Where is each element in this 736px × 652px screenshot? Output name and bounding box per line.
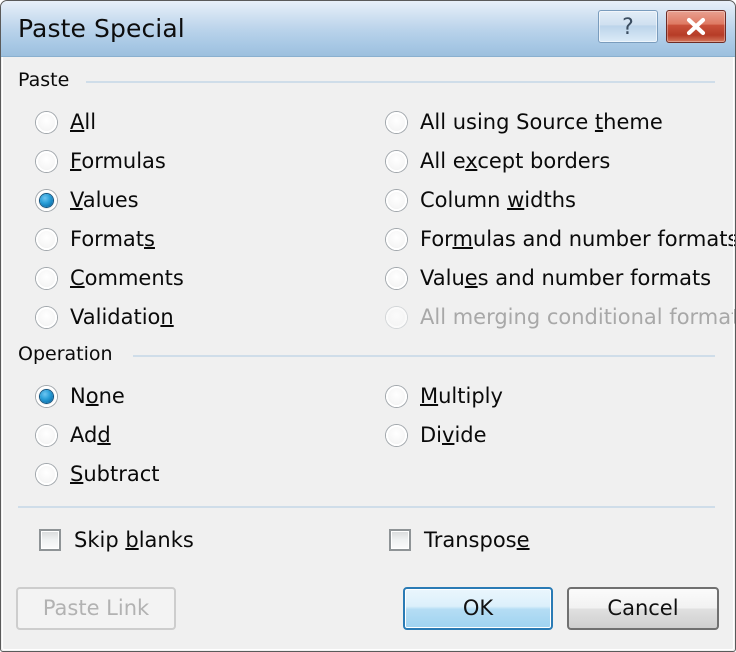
checkbox-indicator [39,529,61,551]
radio-paste-all[interactable]: All [36,107,96,137]
checkbox-transpose[interactable]: Transpose [389,525,530,555]
checkbox-skip-blanks[interactable]: Skip blanks [39,525,194,555]
radio-paste-comments[interactable]: Comments [36,263,184,293]
paste-group-header: Paste [18,68,715,92]
radio-paste-all-merging-conditional-formats: All merging conditional formats [386,302,736,332]
radio-indicator [386,228,407,250]
paste-group-label: Paste [18,69,70,91]
radio-indicator [36,228,57,250]
operation-group-rule [133,355,715,357]
options-separator [18,506,715,508]
radio-paste-column-widths[interactable]: Column widths [386,185,576,215]
dialog-titlebar: Paste Special ? [1,1,735,57]
operation-group-label: Operation [18,343,113,365]
radio-operation-add[interactable]: Add [36,420,111,450]
operation-group-header: Operation [18,342,715,366]
radio-label: Formulas [70,149,166,173]
radio-paste-formats[interactable]: Formats [36,224,155,254]
radio-indicator [386,150,407,172]
radio-paste-values-and-number-formats[interactable]: Values and number formats [386,263,711,293]
radio-label: Comments [70,266,184,290]
radio-paste-all-using-source-theme[interactable]: All using Source theme [386,107,663,137]
checkbox-indicator [389,529,411,551]
paste-link-button[interactable]: Paste Link [16,587,176,630]
radio-operation-none[interactable]: None [36,381,125,411]
radio-indicator [36,267,57,289]
dialog-body: Paste All Formulas Values Formats Commen… [3,58,736,649]
radio-label: Multiply [420,384,503,408]
radio-label: Add [70,423,111,447]
radio-label: Formats [70,227,155,251]
radio-indicator [36,306,57,328]
radio-label: Formulas and number formats [420,227,736,251]
radio-label: Values [70,188,139,212]
radio-label: All except borders [420,149,611,173]
paste-group-rule [86,81,715,83]
radio-label: Validation [70,305,174,329]
radio-indicator [36,111,57,133]
radio-paste-formulas[interactable]: Formulas [36,146,166,176]
svg-text:?: ? [622,15,634,40]
radio-label: Divide [420,423,487,447]
close-icon [686,17,706,36]
radio-indicator [386,189,407,211]
radio-indicator [386,267,407,289]
radio-label: Column widths [420,188,576,212]
radio-label: None [70,384,125,408]
ok-button[interactable]: OK [403,587,553,630]
radio-paste-formulas-and-number-formats[interactable]: Formulas and number formats [386,224,736,254]
radio-indicator [386,385,407,407]
radio-label: All using Source theme [420,110,663,134]
checkbox-label: Skip blanks [74,528,194,552]
radio-indicator [36,150,57,172]
radio-indicator [386,424,407,446]
radio-paste-validation[interactable]: Validation [36,302,174,332]
close-button[interactable] [666,10,726,43]
radio-indicator [36,385,57,407]
radio-indicator [36,424,57,446]
radio-indicator [36,189,57,211]
paste-special-dialog: Paste Special ? Paste All Formulas Value… [0,0,736,652]
cancel-button[interactable]: Cancel [567,587,719,630]
radio-paste-values[interactable]: Values [36,185,139,215]
radio-indicator [36,463,57,485]
radio-label: All [70,110,97,134]
radio-operation-divide[interactable]: Divide [386,420,487,450]
radio-label: Subtract [70,462,160,486]
checkbox-label: Transpose [424,528,530,552]
radio-operation-multiply[interactable]: Multiply [386,381,503,411]
dialog-title: Paste Special [18,14,185,43]
radio-indicator [386,111,407,133]
question-mark-icon: ? [622,15,634,40]
help-button[interactable]: ? [598,10,658,43]
radio-label: All merging conditional formats [420,305,736,329]
radio-indicator [386,306,407,328]
radio-paste-all-except-borders[interactable]: All except borders [386,146,610,176]
radio-label: Values and number formats [420,266,712,290]
radio-operation-subtract[interactable]: Subtract [36,459,160,489]
